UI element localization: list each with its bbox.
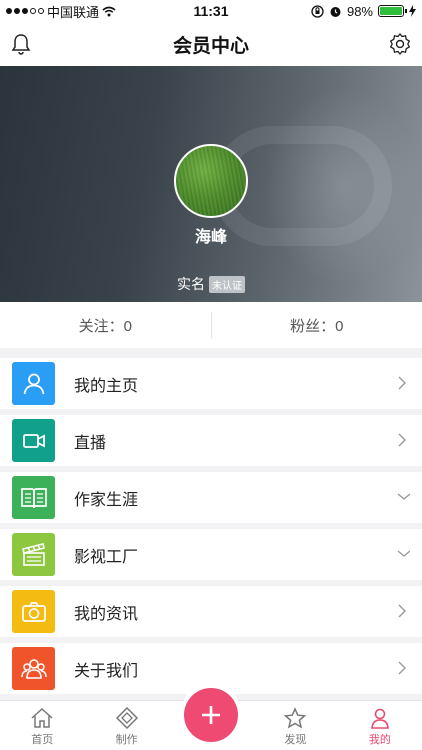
tab-mine[interactable]: 我的 [338, 701, 422, 750]
menu-list: 我的主页 直播 作家生涯 影视工厂 我的资讯 关于我们 [0, 358, 422, 700]
wifi-icon [102, 6, 116, 16]
battery-icon [378, 5, 407, 17]
menu-item-label: 直播 [74, 434, 107, 452]
menu-item-live[interactable]: 直播 [0, 415, 422, 466]
chevron-right-icon [398, 433, 406, 447]
create-icon [115, 707, 138, 729]
status-bar: 中国联通 11:31 98% [0, 0, 422, 22]
stats-row: 关注：0 粉丝：0 [0, 302, 422, 348]
video-camera-icon [12, 419, 55, 462]
chevron-right-icon [398, 604, 406, 618]
page-title: 会员中心 [172, 35, 249, 57]
carrier-label: 中国联通 [47, 4, 100, 20]
tab-home[interactable]: 首页 [0, 701, 84, 750]
realname-status[interactable]: 实名 未认证 [0, 274, 422, 294]
status-time: 11:31 [193, 3, 229, 19]
person-icon [370, 708, 389, 729]
chevron-down-icon [397, 550, 410, 557]
menu-item-my-homepage[interactable]: 我的主页 [0, 358, 422, 409]
battery-fill [380, 7, 402, 15]
menu-item-label: 影视工厂 [74, 548, 139, 566]
profile-banner: 海峰 实名 未认证 [0, 66, 422, 302]
verify-badge: 未认证 [209, 275, 245, 293]
avatar[interactable] [174, 144, 248, 218]
status-left: 中国联通 [6, 2, 166, 21]
chevron-right-icon [398, 376, 406, 390]
menu-item-label: 我的资讯 [74, 605, 139, 623]
nav-bar: 会员中心 [0, 22, 422, 66]
clapperboard-icon [12, 533, 55, 576]
chevron-down-icon [397, 493, 410, 500]
following-count[interactable]: 关注：0 [0, 315, 211, 336]
create-fab-button[interactable] [184, 688, 238, 742]
menu-item-writer-career[interactable]: 作家生涯 [0, 472, 422, 523]
avatar-image [176, 146, 246, 216]
tab-label: 首页 [31, 734, 54, 746]
home-icon [31, 707, 53, 728]
menu-item-my-news[interactable]: 我的资讯 [0, 586, 422, 637]
group-icon [12, 647, 55, 690]
bell-icon[interactable] [9, 32, 33, 56]
alarm-icon [330, 6, 341, 17]
orientation-lock-icon [311, 4, 324, 18]
followers-count[interactable]: 粉丝：0 [212, 315, 422, 336]
menu-item-label: 关于我们 [74, 662, 139, 680]
battery-percent: 98% [346, 3, 373, 19]
tab-label: 制作 [115, 734, 138, 746]
tab-label: 发现 [284, 734, 307, 746]
person-icon [12, 362, 55, 405]
signal-strength-icon [6, 8, 44, 14]
charging-icon [409, 5, 416, 17]
camera-icon [12, 590, 55, 633]
tab-label: 我的 [368, 734, 391, 746]
status-right: 98% [256, 4, 416, 19]
chevron-right-icon [398, 661, 406, 675]
plus-icon [202, 706, 220, 724]
username: 海峰 [194, 229, 227, 246]
book-icon [12, 476, 55, 519]
star-icon [284, 707, 307, 729]
tab-create[interactable]: 制作 [84, 701, 168, 750]
gear-icon[interactable] [388, 32, 412, 56]
realname-label: 实名 [177, 276, 205, 292]
menu-item-about-us[interactable]: 关于我们 [0, 643, 422, 694]
tab-discover[interactable]: 发现 [253, 701, 337, 750]
menu-item-label: 我的主页 [74, 377, 139, 395]
menu-item-film-factory[interactable]: 影视工厂 [0, 529, 422, 580]
menu-item-label: 作家生涯 [74, 491, 139, 509]
